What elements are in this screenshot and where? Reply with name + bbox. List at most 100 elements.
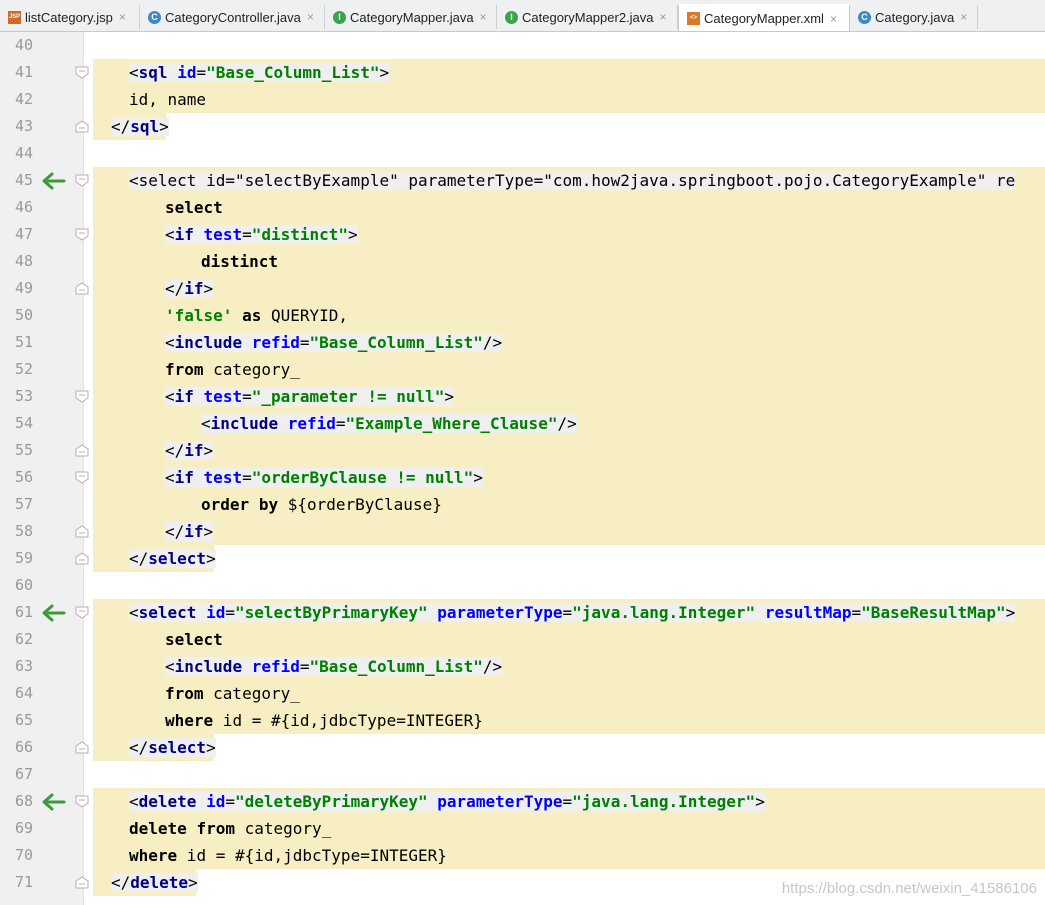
code-line[interactable]: 50 'false' as QUERYID,: [0, 302, 1045, 329]
tab-category-java[interactable]: C Category.java ×: [850, 5, 978, 29]
line-number: 71: [14, 873, 33, 891]
code-text: select: [165, 198, 223, 217]
code-line[interactable]: 42 id, name: [0, 86, 1045, 113]
code-text: distinct: [201, 252, 279, 271]
line-number: 49: [14, 279, 33, 297]
code-line[interactable]: 68 <delete id="deleteByPrimaryKey" parame…: [0, 788, 1045, 815]
code-line[interactable]: 43 </sql>: [0, 113, 1045, 140]
navigate-arrow-icon[interactable]: [40, 792, 66, 812]
close-icon[interactable]: ×: [119, 10, 126, 24]
code-text: <include refid="Example_Where_Clause"/>: [201, 414, 577, 433]
fold-start-icon[interactable]: [75, 471, 89, 484]
code-line[interactable]: 55 </if>: [0, 437, 1045, 464]
code-text: </select>: [129, 549, 216, 568]
code-line[interactable]: 59 </select>: [0, 545, 1045, 572]
fold-start-icon[interactable]: [75, 606, 89, 619]
code-line[interactable]: 66 </select>: [0, 734, 1045, 761]
fold-start-icon[interactable]: [75, 390, 89, 403]
code-text: <if test="distinct">: [165, 225, 358, 244]
watermark: https://blog.csdn.net/weixin_41586106: [781, 880, 1037, 897]
code-line[interactable]: 64 from category_: [0, 680, 1045, 707]
tab-label: CategoryMapper.java: [350, 9, 474, 25]
close-icon[interactable]: ×: [480, 10, 487, 24]
code-line[interactable]: 53 <if test="_parameter != null">: [0, 383, 1045, 410]
tab-categorymapper-java[interactable]: I CategoryMapper.java ×: [325, 5, 497, 29]
class-icon: C: [858, 10, 871, 24]
close-icon[interactable]: ×: [960, 10, 967, 24]
line-number: 60: [14, 576, 33, 594]
code-line[interactable]: 51 <include refid="Base_Column_List"/>: [0, 329, 1045, 356]
code-text: </if>: [165, 441, 214, 460]
tab-listcategory-jsp[interactable]: JSP listCategory.jsp ×: [0, 5, 140, 29]
code-line[interactable]: 62 select: [0, 626, 1045, 653]
navigate-arrow-icon[interactable]: [40, 603, 66, 623]
line-highlight: [93, 437, 1045, 464]
close-icon[interactable]: ×: [307, 10, 314, 24]
code-line[interactable]: 70 where id = #{id,jdbcType=INTEGER}: [0, 842, 1045, 869]
editor-tab-bar: JSP listCategory.jsp × C CategoryControl…: [0, 0, 1045, 32]
line-highlight: [93, 518, 1045, 545]
code-line[interactable]: 49 </if>: [0, 275, 1045, 302]
fold-end-icon[interactable]: [75, 444, 89, 457]
fold-end-icon[interactable]: [75, 876, 89, 889]
code-line[interactable]: 40: [0, 32, 1045, 59]
code-line[interactable]: 44: [0, 140, 1045, 167]
code-line[interactable]: 58 </if>: [0, 518, 1045, 545]
fold-end-icon[interactable]: [75, 741, 89, 754]
code-line[interactable]: 41 <sql id="Base_Column_List">: [0, 59, 1045, 86]
line-number: 41: [14, 63, 33, 81]
line-number: 48: [14, 252, 33, 270]
code-text: select: [165, 630, 223, 649]
fold-end-icon[interactable]: [75, 525, 89, 538]
code-line[interactable]: 48 distinct: [0, 248, 1045, 275]
xml-file-icon: <>: [687, 12, 700, 25]
line-number: 58: [14, 522, 33, 540]
code-text: <select id="selectByPrimaryKey" paramete…: [129, 603, 1016, 622]
code-line[interactable]: 56 <if test="orderByClause != null">: [0, 464, 1045, 491]
code-line[interactable]: 57 order by ${orderByClause}: [0, 491, 1045, 518]
code-text: </if>: [165, 279, 214, 298]
code-line[interactable]: 60: [0, 572, 1045, 599]
fold-start-icon[interactable]: [75, 228, 89, 241]
code-text: from category_: [165, 684, 300, 703]
fold-start-icon[interactable]: [75, 66, 89, 79]
line-number: 44: [14, 144, 33, 162]
line-number: 69: [14, 819, 33, 837]
code-line[interactable]: 67: [0, 761, 1045, 788]
code-line[interactable]: 65 where id = #{id,jdbcType=INTEGER}: [0, 707, 1045, 734]
code-line[interactable]: 69 delete from category_: [0, 815, 1045, 842]
code-line[interactable]: 61 <select id="selectByPrimaryKey" parame…: [0, 599, 1045, 626]
code-text: <delete id="deleteByPrimaryKey" paramete…: [129, 792, 765, 811]
code-text: <sql id="Base_Column_List">: [129, 63, 390, 82]
fold-end-icon[interactable]: [75, 552, 89, 565]
line-number: 52: [14, 360, 33, 378]
fold-start-icon[interactable]: [75, 795, 89, 808]
close-icon[interactable]: ×: [660, 10, 667, 24]
line-number: 67: [14, 765, 33, 783]
fold-end-icon[interactable]: [75, 120, 89, 133]
tab-label: CategoryMapper.xml: [704, 11, 824, 26]
code-text: <if test="_parameter != null">: [165, 387, 455, 406]
fold-start-icon[interactable]: [75, 174, 89, 187]
tab-categorymapper-xml[interactable]: <> CategoryMapper.xml ×: [678, 4, 850, 31]
tab-label: listCategory.jsp: [25, 9, 113, 25]
tab-categorycontroller-java[interactable]: C CategoryController.java ×: [140, 5, 325, 29]
code-text: where id = #{id,jdbcType=INTEGER}: [165, 711, 483, 730]
tab-categorymapper2-java[interactable]: I CategoryMapper2.java ×: [497, 5, 678, 29]
code-line[interactable]: 63 <include refid="Base_Column_List"/>: [0, 653, 1045, 680]
code-line[interactable]: 46 select: [0, 194, 1045, 221]
line-highlight: [93, 275, 1045, 302]
code-line[interactable]: 54 <include refid="Example_Where_Clause"/…: [0, 410, 1045, 437]
code-line[interactable]: 47 <if test="distinct">: [0, 221, 1045, 248]
code-line[interactable]: 45 <select id="selectByExample" parameter…: [0, 167, 1045, 194]
code-text: </delete>: [111, 873, 198, 892]
line-number: 57: [14, 495, 33, 513]
close-icon[interactable]: ×: [830, 12, 837, 26]
code-editor[interactable]: 40 41 <sql id="Base_Column_List"> 42 id, nam…: [0, 32, 1045, 905]
code-text: <select id="selectByExample" parameterTy…: [129, 171, 1016, 190]
code-line[interactable]: 52 from category_: [0, 356, 1045, 383]
fold-end-icon[interactable]: [75, 282, 89, 295]
navigate-arrow-icon[interactable]: [40, 171, 66, 191]
code-text: 'false' as QUERYID,: [165, 306, 349, 325]
line-number: 56: [14, 468, 33, 486]
